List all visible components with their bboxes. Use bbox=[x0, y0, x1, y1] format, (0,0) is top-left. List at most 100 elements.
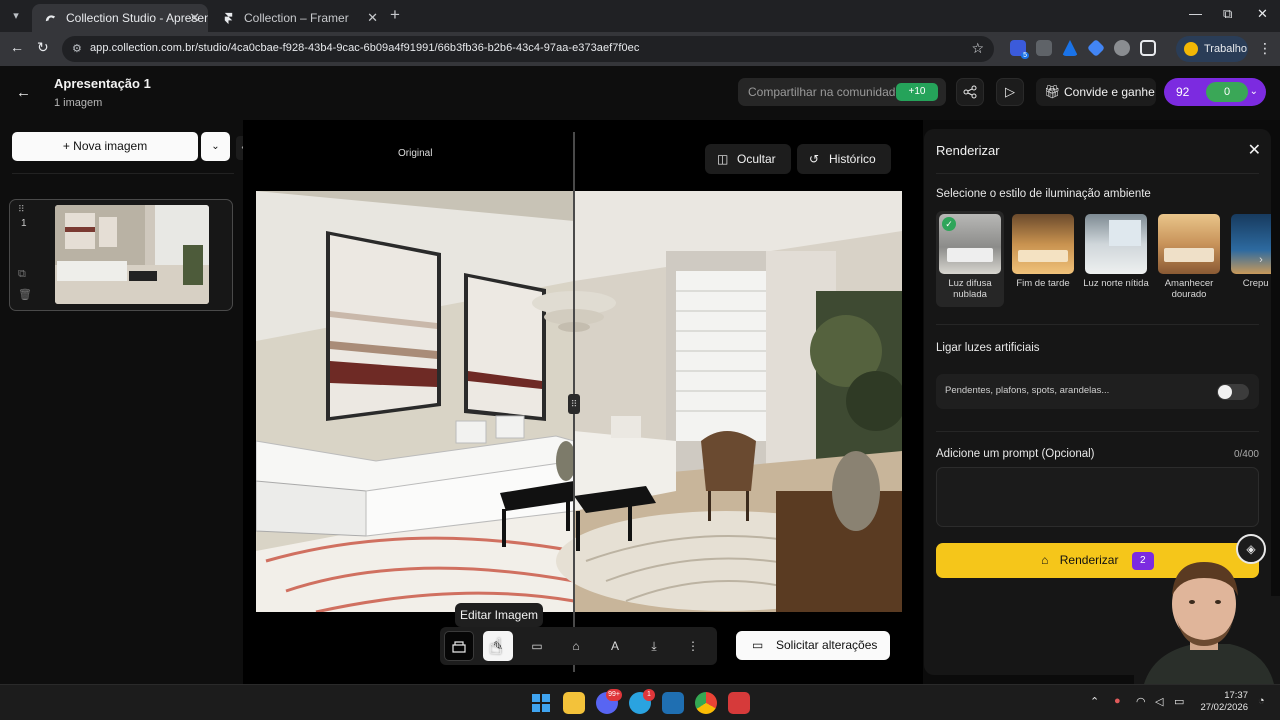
sketchup-icon[interactable] bbox=[662, 692, 684, 714]
duplicate-icon[interactable]: ⧉ bbox=[18, 268, 26, 281]
minimize-icon[interactable]: — bbox=[1189, 6, 1202, 21]
bookmark-star-icon[interactable]: ☆ bbox=[971, 40, 984, 57]
app-icon[interactable] bbox=[728, 692, 750, 714]
tab-close-icon[interactable]: ✕ bbox=[367, 4, 378, 32]
tab-collection-studio[interactable]: Collection Studio - Apresentação ✕ bbox=[32, 4, 208, 32]
tab-framer[interactable]: Collection – Framer ✕ bbox=[210, 4, 386, 32]
back-arrow-icon[interactable]: ← bbox=[16, 84, 31, 101]
thumb-index: 1 bbox=[21, 218, 27, 229]
telegram-badge: 1 bbox=[643, 689, 655, 701]
chevron-down-icon: ⌄ bbox=[1249, 86, 1258, 97]
more-options-icon[interactable]: ⋮ bbox=[678, 631, 708, 661]
webcam-overlay bbox=[1134, 556, 1280, 684]
thumbnail-image bbox=[55, 205, 209, 304]
style-thumbnail bbox=[1012, 214, 1074, 274]
reload-icon[interactable]: ↻ bbox=[37, 39, 49, 56]
chevron-right-icon[interactable]: › bbox=[1254, 248, 1268, 272]
profile-avatar-icon bbox=[1184, 42, 1198, 56]
chevron-up-icon[interactable]: ⌃ bbox=[1090, 695, 1099, 708]
comment-icon[interactable]: ▭ bbox=[522, 631, 552, 661]
new-image-dropdown[interactable]: ⌄ bbox=[201, 132, 230, 161]
history-icon: ↺ bbox=[809, 152, 820, 166]
battery-icon[interactable]: ▭ bbox=[1174, 695, 1184, 708]
page-subtitle: 1 imagem bbox=[54, 97, 103, 109]
style-option-north-light[interactable]: Luz norte nítida bbox=[1082, 211, 1150, 307]
browser-menu-icon[interactable]: ⋮ bbox=[1258, 40, 1272, 57]
style-option-cloudy[interactable]: ✓ Luz difusa nublada bbox=[936, 211, 1004, 307]
share-community-label: Compartilhar na comunidade bbox=[748, 85, 903, 99]
play-icon[interactable]: ▷ bbox=[996, 78, 1024, 106]
hand-cursor-icon: ☝ bbox=[489, 634, 503, 659]
new-tab-icon[interactable]: + bbox=[390, 5, 400, 25]
url-text: app.collection.com.br/studio/4ca0cbae-f9… bbox=[90, 42, 640, 54]
extension-icon[interactable]: 5 bbox=[1010, 40, 1029, 59]
tab-title: Collection – Framer bbox=[244, 11, 349, 25]
framer-favicon-icon bbox=[224, 12, 233, 25]
artificial-lights-row[interactable]: Pendentes, plafons, spots, arandelas... bbox=[936, 374, 1259, 409]
telegram-icon[interactable]: 1 bbox=[629, 689, 655, 714]
request-changes-button[interactable]: ▭ Solicitar alterações bbox=[736, 631, 890, 660]
credits-secondary: 0 bbox=[1206, 82, 1248, 102]
share-community-button[interactable]: Compartilhar na comunidade +10 bbox=[738, 78, 946, 106]
new-image-button[interactable]: + Nova imagem bbox=[12, 132, 198, 161]
divider bbox=[12, 173, 234, 174]
browser-toolbar: ← ↻ ⚙ app.collection.com.br/studio/4ca0c… bbox=[0, 32, 1280, 66]
style-option-late-afternoon[interactable]: Fim de tarde bbox=[1009, 211, 1077, 307]
drag-handle-icon[interactable]: ⠿ bbox=[18, 204, 26, 215]
plus-icon: + bbox=[62, 139, 74, 153]
back-icon[interactable]: ← bbox=[10, 39, 24, 55]
style-option-golden-dawn[interactable]: Amanhecer dourado bbox=[1155, 211, 1223, 307]
split-view-icon: ◫ bbox=[717, 152, 729, 166]
microphone-icon[interactable]: ● bbox=[1114, 695, 1121, 707]
selected-check-icon: ✓ bbox=[942, 217, 956, 231]
presenter-video bbox=[1134, 562, 1280, 684]
tab-search-icon[interactable]: ▾ bbox=[6, 6, 26, 26]
puzzle-extensions-icon[interactable] bbox=[1140, 40, 1156, 56]
globe-extension-icon[interactable] bbox=[1114, 40, 1130, 56]
prompt-textarea[interactable] bbox=[936, 467, 1259, 527]
divider bbox=[936, 324, 1259, 325]
discord-icon[interactable]: 99+ bbox=[596, 689, 622, 714]
profile-button[interactable]: Trabalho bbox=[1176, 36, 1248, 62]
clock-date: 27/02/2026 bbox=[1200, 702, 1248, 713]
text-tool-icon[interactable]: A bbox=[600, 631, 630, 661]
hide-button[interactable]: ◫ Ocultar bbox=[705, 144, 791, 174]
restore-icon[interactable]: ⧉ bbox=[1223, 6, 1232, 22]
render-panel-title: Renderizar bbox=[936, 143, 1000, 158]
invite-button[interactable]: 🎁︎ Convide e ganhe bbox=[1036, 78, 1156, 106]
download-icon[interactable]: ⤓ bbox=[639, 631, 669, 661]
style-label: Luz difusa nublada bbox=[948, 278, 992, 300]
tab-close-icon[interactable]: ✕ bbox=[189, 4, 200, 32]
wifi-icon[interactable]: ◠ bbox=[1136, 695, 1146, 708]
file-explorer-icon[interactable] bbox=[563, 692, 585, 714]
style-thumbnail bbox=[1085, 214, 1147, 274]
gear-extension-icon[interactable] bbox=[1036, 40, 1052, 56]
address-bar[interactable]: ⚙ app.collection.com.br/studio/4ca0cbae-… bbox=[62, 36, 994, 62]
artificial-lights-toggle[interactable] bbox=[1217, 384, 1249, 400]
toggle-knob bbox=[1218, 385, 1232, 399]
comment-icon: ▭ bbox=[752, 638, 764, 652]
system-clock[interactable]: 17:37 27/02/2026 bbox=[1196, 690, 1248, 714]
tag-icon[interactable]: ⌂ bbox=[561, 631, 591, 661]
close-icon[interactable]: ✕ bbox=[1248, 140, 1261, 160]
render-tool-icon[interactable] bbox=[444, 631, 474, 661]
diamond-extension-icon[interactable] bbox=[1086, 38, 1106, 58]
volume-icon[interactable]: ◁ bbox=[1155, 695, 1163, 708]
trash-icon[interactable]: 🗑︎ bbox=[18, 288, 32, 301]
close-window-icon[interactable]: ✕ bbox=[1257, 6, 1268, 22]
request-changes-label: Solicitar alterações bbox=[776, 638, 878, 652]
compare-handle-icon[interactable]: ⠿ bbox=[568, 394, 580, 414]
image-thumbnail-card[interactable]: ⠿ 1 ⧉ 🗑︎ bbox=[9, 199, 233, 311]
share-icon[interactable] bbox=[956, 78, 984, 106]
drive-extension-icon[interactable] bbox=[1062, 40, 1078, 56]
windows-start-icon[interactable] bbox=[530, 692, 552, 714]
site-info-icon[interactable]: ⚙ bbox=[72, 42, 86, 56]
credits-button[interactable]: 92 0 ⌄ bbox=[1164, 78, 1266, 106]
image-sidebar: + Nova imagem ⌄ ⠿ 1 ⧉ 🗑︎ ‹ ⋮ bbox=[0, 120, 250, 684]
chrome-icon[interactable] bbox=[695, 692, 717, 714]
ambient-heading: Selecione o estilo de iluminação ambient… bbox=[936, 188, 1151, 200]
notifications-icon[interactable]: ◔ bbox=[1258, 695, 1265, 707]
collection-favicon-icon bbox=[45, 15, 56, 22]
history-button[interactable]: ↺ Histórico bbox=[797, 144, 891, 174]
credits-primary: 92 bbox=[1176, 85, 1190, 99]
